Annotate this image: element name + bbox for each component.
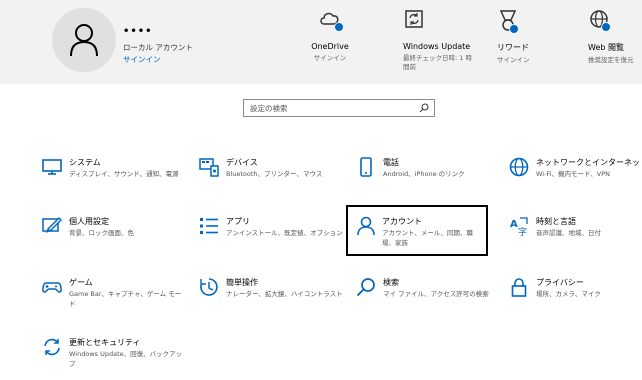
personalize-icon [42, 217, 62, 233]
category-privacy[interactable]: プライバシー 場所、カメラ、マイク [509, 277, 642, 317]
category-desc: ナレーター、拡大鏡、ハイコントラスト [226, 290, 343, 298]
sync-icon [44, 338, 60, 356]
category-desc: 背景、ロック画面、色 [69, 229, 134, 237]
category-desc: アンインストール、既定値、オプション [226, 229, 343, 237]
category-desc: 音声認識、地域、日付 [536, 229, 601, 237]
quick-sub: 推奨設定を復元 [588, 56, 634, 64]
category-title: 電話 [383, 158, 399, 167]
quick-title: Windows Update [403, 42, 471, 51]
quick-title: Web 閲覧 [588, 43, 624, 52]
lock-icon [511, 278, 527, 297]
category-title: 時刻と言語 [536, 217, 576, 226]
quick-sub: サインイン [313, 54, 347, 62]
category-apps[interactable]: アプリ アンインストール、既定値、オプション [199, 216, 349, 256]
person-icon [357, 216, 375, 236]
account-header: •••• ローカル アカウント サインイン OneDrive サインイン Win… [0, 0, 642, 84]
user-icon [70, 24, 98, 57]
category-desc: Bluetooth、プリンター、マウス [226, 170, 323, 178]
status-dot [509, 24, 519, 34]
ease-of-access-icon [200, 278, 218, 296]
quick-sub: サインイン [497, 56, 530, 64]
category-title: 更新とセキュリティ [69, 338, 141, 347]
status-dot [334, 22, 344, 32]
category-title: アカウント [382, 217, 422, 226]
category-network[interactable]: ネットワークとインターネット Wi-Fi、機内モード、VPN [509, 157, 642, 197]
category-devices[interactable]: デバイス Bluetooth、プリンター、マウス [199, 157, 349, 197]
category-title: デバイス [226, 158, 258, 167]
apps-icon [200, 218, 218, 234]
category-desc: Wi-Fi、機内モード、VPN [536, 170, 610, 178]
category-desc: Android、iPhone のリンク [383, 170, 465, 178]
category-title: 簡単操作 [226, 278, 258, 287]
quick-title: リワード [497, 43, 529, 52]
account-type: ローカル アカウント [123, 43, 193, 52]
search-input[interactable] [250, 102, 410, 114]
search-icon[interactable] [419, 103, 429, 113]
category-title: システム [69, 158, 101, 167]
category-personalization[interactable]: 個人用設定 背景、ロック画面、色 [42, 216, 192, 256]
category-desc: Game Bar、キャプチャ、ゲーム モード [69, 290, 182, 308]
quick-title: OneDrive [311, 42, 349, 51]
quick-windows-update[interactable]: Windows Update 最終チェック日時: 1 時間前 [403, 10, 473, 72]
quick-sub: 最終チェック日時: 1 時間前 [403, 54, 472, 71]
settings-search[interactable] [243, 99, 435, 117]
category-title: アプリ [226, 217, 250, 226]
devices-icon [199, 158, 219, 177]
monitor-icon [42, 159, 62, 175]
category-search[interactable]: 検索 マイ ファイル、アクセス許可の検索 [356, 277, 506, 317]
user-name: •••• [123, 26, 153, 37]
phone-icon [360, 157, 372, 177]
quick-rewards[interactable]: リワード サインイン [497, 10, 537, 65]
category-desc: Windows Update、回復、バックアップ [69, 350, 183, 368]
search-icon [356, 278, 375, 297]
category-desc: アカウント、メール、同期、職場、家族 [382, 229, 473, 247]
category-time-language[interactable]: A 字 時刻と言語 音声認識、地域、日付 [509, 216, 642, 256]
category-title: ゲーム [69, 278, 93, 287]
category-title: 個人用設定 [69, 217, 109, 226]
category-accounts[interactable]: アカウント アカウント、メール、同期、職場、家族 [346, 205, 488, 256]
category-title: ネットワークとインターネット [536, 158, 642, 167]
category-ease-of-access[interactable]: 簡単操作 ナレーター、拡大鏡、ハイコントラスト [199, 277, 349, 317]
signin-link[interactable]: サインイン [123, 54, 161, 65]
category-desc: マイ ファイル、アクセス許可の検索 [383, 290, 489, 298]
category-phone[interactable]: 電話 Android、iPhone のリンク [356, 157, 506, 197]
avatar[interactable] [52, 8, 116, 72]
category-title: プライバシー [536, 278, 584, 287]
category-update-security[interactable]: 更新とセキュリティ Windows Update、回復、バックアップ [42, 337, 192, 377]
category-desc: 場所、カメラ、マイク [536, 290, 601, 298]
category-title: 検索 [383, 278, 399, 287]
globe-icon [509, 157, 529, 177]
category-system[interactable]: システム ディスプレイ、サウンド、通知、電源 [42, 157, 192, 197]
category-gaming[interactable]: ゲーム Game Bar、キャプチャ、ゲーム モード [42, 277, 192, 317]
quick-onedrive[interactable]: OneDrive サインイン [306, 10, 354, 63]
svg-text:A: A [510, 219, 518, 230]
category-desc: ディスプレイ、サウンド、通知、電源 [69, 170, 179, 178]
gamepad-icon [42, 282, 62, 293]
svg-text:字: 字 [518, 226, 527, 236]
time-language-icon: A 字 [510, 217, 528, 236]
status-dot [601, 22, 611, 32]
update-icon [405, 10, 423, 28]
quick-web-browsing[interactable]: Web 閲覧 推奨設定を復元 [588, 10, 640, 65]
